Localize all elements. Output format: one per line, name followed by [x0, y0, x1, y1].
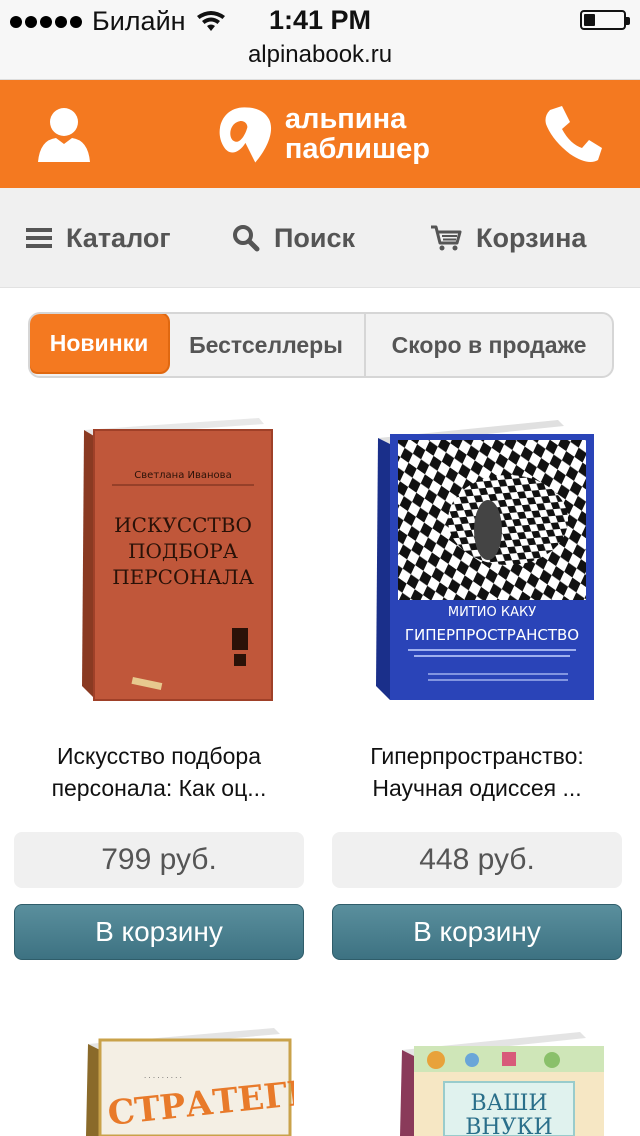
book-cover-image[interactable]: ВАШИ ВНУКИ — [392, 1020, 612, 1136]
status-bar: Билайн 1:41 PM — [0, 0, 640, 40]
book-cover-image[interactable]: Светлана Иванова ИСКУССТВО ПОДБОРА ПЕРСО… — [54, 410, 274, 710]
cover-title-line: ВАШИ — [470, 1091, 547, 1116]
logo-text: альпина паблишер — [285, 104, 430, 164]
logo-line-1: альпина — [284, 103, 407, 135]
address-bar[interactable]: alpinabook.ru — [0, 40, 640, 80]
svg-text:· · · · · · · · ·: · · · · · · · · · — [144, 1074, 182, 1082]
product-title[interactable]: Искусство подбора персонала: Как оц... — [14, 740, 304, 804]
product-title[interactable]: Гиперпространство: Научная одиссея ... — [332, 740, 622, 804]
tab-bestsellers-label: Бестселлеры — [189, 331, 343, 358]
cover-title-line: ИСКУССТВО — [114, 513, 252, 537]
product-title-line: Научная одиссея ... — [372, 775, 582, 801]
clock: 1:41 PM — [268, 5, 372, 35]
tab-bestsellers[interactable]: Бестселлеры — [168, 314, 366, 376]
nav-search[interactable]: Поиск — [232, 220, 355, 256]
product-price: 448 руб. — [332, 832, 622, 888]
product-tabs: Новинки Бестселлеры Скоро в продаже — [28, 312, 614, 378]
product-title-line: персонала: Как оц... — [51, 775, 267, 801]
user-icon — [38, 108, 90, 162]
menu-icon — [26, 228, 52, 248]
cover-title-line: ВНУКИ — [465, 1115, 552, 1136]
cover-title-line: ПОДБОРА — [128, 539, 238, 563]
account-button[interactable] — [34, 104, 94, 164]
battery-icon — [580, 10, 630, 30]
add-to-cart-button[interactable]: В корзину — [14, 904, 304, 960]
nav-search-label: Поиск — [274, 222, 356, 253]
product-price: 799 руб. — [14, 832, 304, 888]
nav-cart[interactable]: Корзина — [430, 220, 586, 256]
tab-coming-soon-label: Скоро в продаже — [391, 331, 587, 358]
product-title-line: Искусство подбора — [57, 743, 261, 769]
product-card: · · · · · · · · · СТРАТЕГИЯ — [14, 1010, 304, 1136]
product-card: Светлана Иванова ИСКУССТВО ПОДБОРА ПЕРСО… — [14, 400, 304, 960]
cover-author: Светлана Иванова — [134, 470, 231, 481]
cover-author: МИТИО КАКУ — [448, 605, 536, 620]
nav-catalog[interactable]: Каталог — [26, 220, 171, 256]
call-button[interactable] — [540, 102, 606, 168]
site-header: альпина паблишер — [0, 80, 640, 188]
book-cover-image[interactable]: · · · · · · · · · СТРАТЕГИЯ — [74, 1020, 294, 1136]
tab-new[interactable]: Новинки — [30, 314, 170, 374]
phone-icon — [545, 106, 602, 162]
product-card: ВАШИ ВНУКИ — [332, 1010, 622, 1136]
alpina-logo-icon — [219, 107, 272, 163]
search-icon — [233, 225, 260, 252]
cover-title-line: ПЕРСОНАЛА — [112, 565, 254, 589]
cart-icon — [431, 225, 462, 251]
main-nav: Каталог Поиск Корзина — [0, 188, 640, 288]
tab-coming-soon[interactable]: Скоро в продаже — [366, 314, 612, 376]
url-text: alpinabook.ru — [247, 41, 393, 68]
book-cover-image[interactable]: МИТИО КАКУ ГИПЕРПРОСТРАНСТВО — [368, 410, 598, 710]
logo[interactable]: альпина паблишер — [210, 98, 430, 170]
cover-title-line: ГИПЕРПРОСТРАНСТВО — [405, 626, 579, 644]
add-to-cart-button[interactable]: В корзину — [332, 904, 622, 960]
tab-new-label: Новинки — [49, 329, 149, 356]
nav-catalog-label: Каталог — [66, 222, 171, 253]
logo-line-2: паблишер — [284, 133, 430, 165]
nav-cart-label: Корзина — [476, 222, 587, 253]
product-title-line: Гиперпространство: — [370, 743, 584, 769]
product-card: МИТИО КАКУ ГИПЕРПРОСТРАНСТВО Гиперпростр… — [332, 400, 622, 960]
